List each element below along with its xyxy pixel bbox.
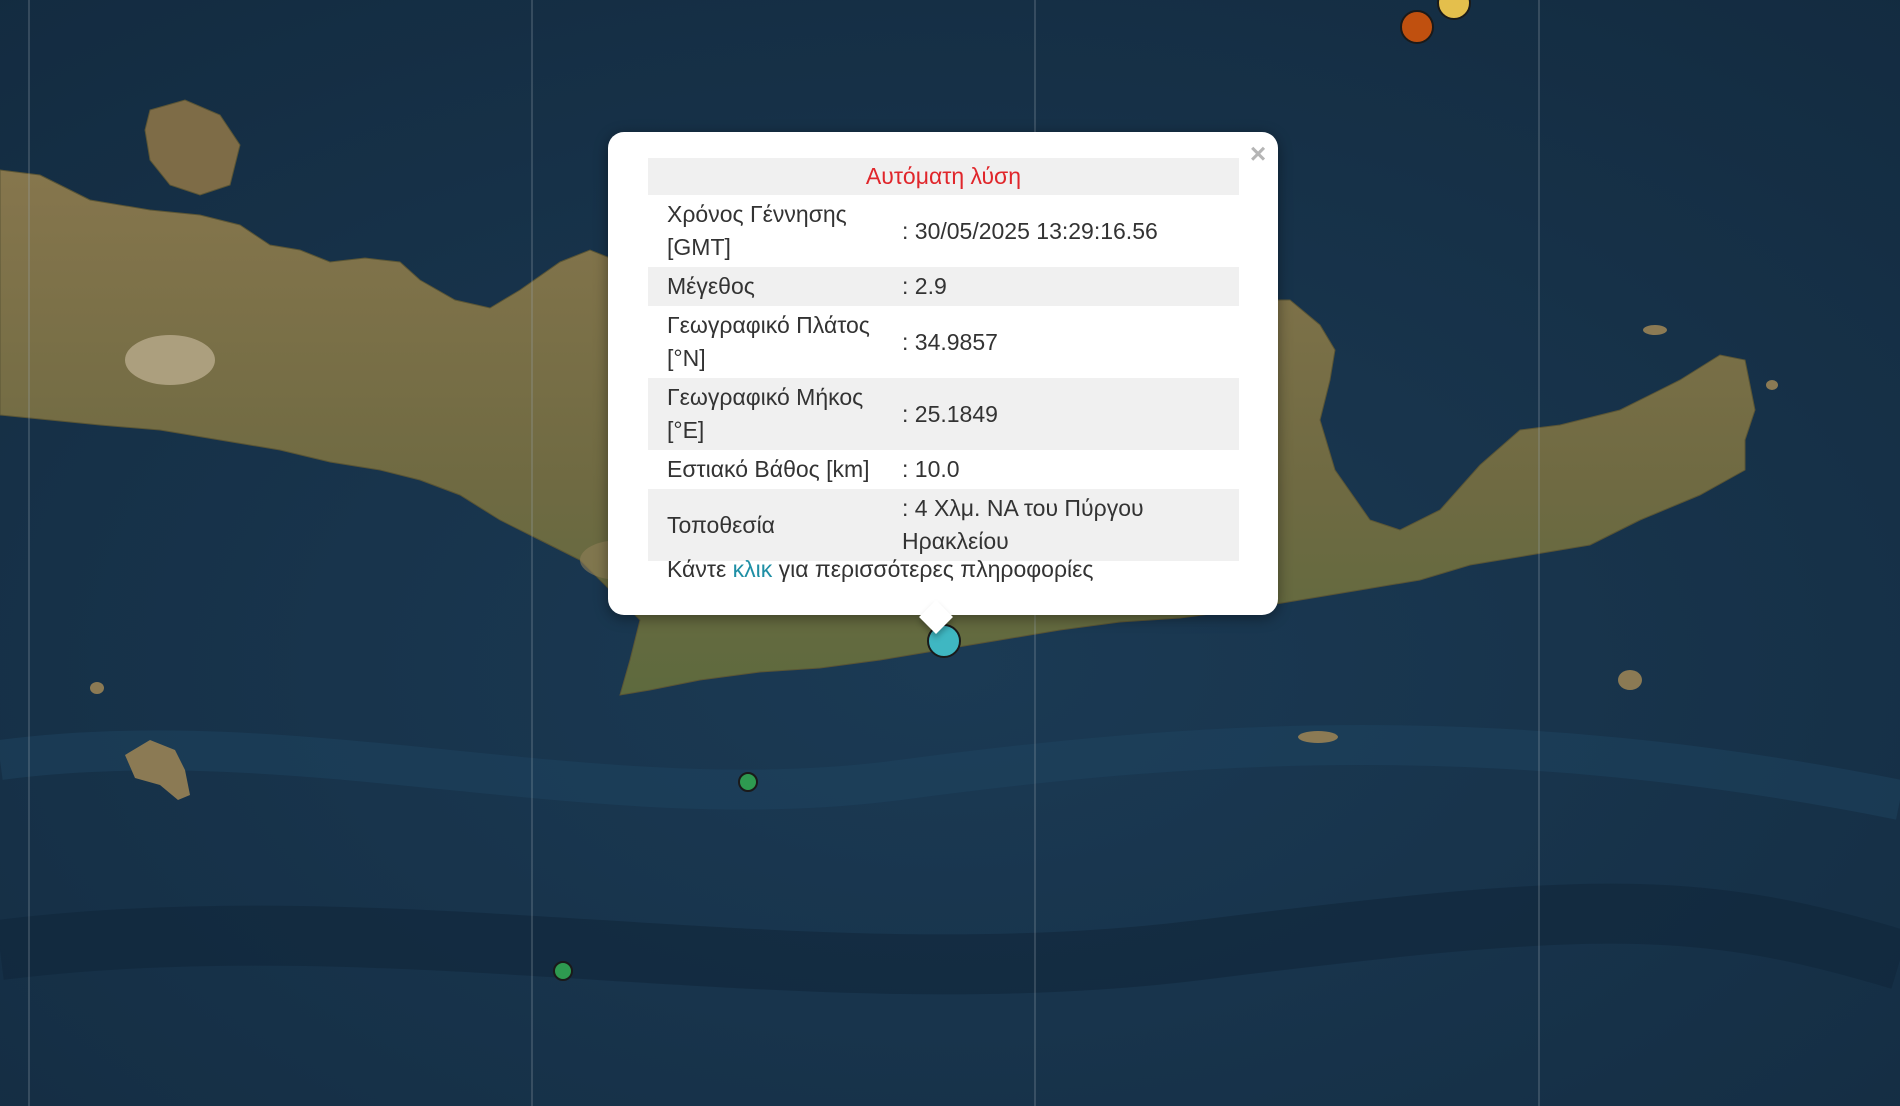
- longitude-label: Γεωγραφικό Μήκος [°E]: [667, 384, 864, 443]
- earthquake-marker-orange[interactable]: [1400, 10, 1434, 44]
- popup-content: Αυτόματη λύση Χρόνος Γέννησης [GMT] : 30…: [648, 158, 1239, 561]
- table-row: Γεωγραφικό Πλάτος [°N] : 34.9857: [648, 306, 1239, 378]
- magnitude-label: Μέγεθος: [667, 273, 755, 299]
- close-icon[interactable]: ×: [1245, 140, 1271, 168]
- longitude-value: : 25.1849: [902, 400, 998, 427]
- latitude-label: Γεωγραφικό Πλάτος [°N]: [667, 312, 870, 371]
- origin-time-label: Χρόνος Γέννησης [GMT]: [667, 201, 847, 260]
- table-row: Τοποθεσία : 4 Χλμ. ΝΑ του Πύργου Ηρακλεί…: [648, 489, 1239, 561]
- table-row: Εστιακό Βάθος [km] : 10.0: [648, 450, 1239, 489]
- latitude-value: : 34.9857: [902, 328, 998, 355]
- more-info-prefix: Κάντε: [667, 556, 727, 582]
- islet: [1618, 670, 1642, 690]
- table-row: Χρόνος Γέννησης [GMT] : 30/05/2025 13:29…: [648, 195, 1239, 267]
- magnitude-value: : 2.9: [902, 273, 947, 299]
- depth-value: : 10.0: [902, 456, 960, 482]
- more-info-suffix: για περισσότερες πληροφορίες: [778, 556, 1094, 582]
- earthquake-marker-green[interactable]: [553, 961, 573, 981]
- location-label: Τοποθεσία: [667, 511, 775, 538]
- depth-label: Εστιακό Βάθος [km]: [667, 456, 870, 482]
- popup-title: Αυτόματη λύση: [648, 158, 1239, 195]
- islet: [90, 682, 104, 694]
- table-row: Μέγεθος : 2.9: [648, 267, 1239, 306]
- location-value: : 4 Χλμ. ΝΑ του Πύργου Ηρακλείου: [902, 495, 1144, 554]
- more-info-text: Κάντε κλικ για περισσότερες πληροφορίες: [667, 553, 1094, 585]
- earthquake-marker-green[interactable]: [738, 772, 758, 792]
- earthquake-info-table: Αυτόματη λύση Χρόνος Γέννησης [GMT] : 30…: [648, 158, 1239, 561]
- islet: [1643, 325, 1667, 335]
- islet: [1766, 380, 1778, 390]
- origin-time-value: : 30/05/2025 13:29:16.56: [902, 217, 1158, 244]
- more-info-link[interactable]: κλικ: [733, 556, 773, 582]
- islet: [1298, 731, 1338, 743]
- table-row: Γεωγραφικό Μήκος [°E] : 25.1849: [648, 378, 1239, 450]
- mountain-range: [125, 335, 215, 385]
